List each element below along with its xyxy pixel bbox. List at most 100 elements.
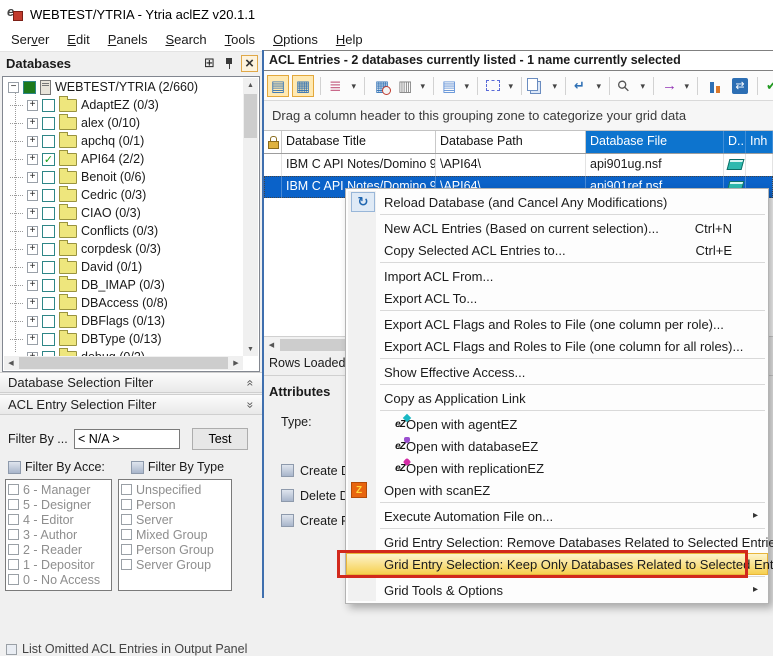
- scroll-up-icon[interactable]: ▲: [243, 78, 258, 92]
- tree-item-label[interactable]: WEBTEST/YTRIA (2/660): [55, 80, 198, 94]
- checkbox-icon[interactable]: [8, 514, 19, 525]
- tree-item-label[interactable]: Conflicts (0/3): [81, 224, 158, 238]
- context-menu-item[interactable]: Show Effective Access...: [346, 361, 768, 383]
- menubar-item[interactable]: Options: [264, 29, 327, 50]
- context-menu-item[interactable]: Export ACL Flags and Roles to File (one …: [346, 313, 768, 335]
- tree-item-label[interactable]: CIAO (0/3): [81, 206, 141, 220]
- tri-state-checkbox-icon[interactable]: [281, 489, 294, 502]
- context-menu-item[interactable]: Export ACL Flags and Roles to File (one …: [346, 335, 768, 357]
- expand-icon[interactable]: [27, 244, 38, 255]
- collapse-expander-icon[interactable]: [8, 82, 19, 93]
- grid-row[interactable]: IBM C API Notes/Domino 9 \API64\ api901u…: [264, 154, 773, 176]
- expand-icon[interactable]: [27, 100, 38, 111]
- tree-item[interactable]: DBAccess (0/8): [4, 294, 243, 312]
- scroll-left-icon[interactable]: ◀: [264, 338, 279, 352]
- tree-item-label[interactable]: Benoit (0/6): [81, 170, 146, 184]
- context-menu-item[interactable]: Export ACL To...: [346, 287, 768, 309]
- database-selection-filter-header[interactable]: Database Selection Filter: [0, 372, 262, 393]
- tree-item[interactable]: corpdesk (0/3): [4, 240, 243, 258]
- entry-type-option[interactable]: Unspecified: [121, 482, 231, 497]
- checkbox-icon[interactable]: [121, 499, 132, 510]
- expand-icon[interactable]: [27, 226, 38, 237]
- columns-icon[interactable]: [396, 75, 427, 97]
- tree-checkbox[interactable]: [42, 315, 55, 328]
- context-menu-item[interactable]: New ACL Entries (Based on current select…: [346, 217, 768, 239]
- sync-icon[interactable]: [729, 75, 751, 97]
- list-omitted-row[interactable]: List Omitted ACL Entries in Output Panel: [6, 642, 247, 656]
- context-menu-item[interactable]: Grid Entry Selection: Keep Only Database…: [346, 553, 768, 575]
- tree-checkbox[interactable]: [42, 261, 55, 274]
- collapse-chevron-icon[interactable]: [247, 376, 254, 390]
- expand-icon[interactable]: [27, 334, 38, 345]
- tree-checkbox[interactable]: [42, 153, 55, 166]
- tree-item-label[interactable]: corpdesk (0/3): [81, 242, 161, 256]
- tree-item[interactable]: DBType (0/13): [4, 330, 243, 348]
- pin-icon[interactable]: [221, 55, 238, 72]
- tree-checkbox[interactable]: [42, 333, 55, 346]
- tree-horizontal-scrollbar[interactable]: ◀ ▶: [4, 356, 243, 370]
- checkbox-icon[interactable]: [121, 484, 132, 495]
- menubar-item[interactable]: Help: [327, 29, 372, 50]
- access-level-option[interactable]: 2 - Reader: [8, 542, 111, 557]
- filter-by-type-checkbox[interactable]: [131, 461, 144, 474]
- export-icon[interactable]: [660, 75, 691, 97]
- checkbox-icon[interactable]: [121, 529, 132, 540]
- column-lock[interactable]: [264, 131, 282, 153]
- tree-item[interactable]: AdaptEZ (0/3): [4, 96, 243, 114]
- tree-item-label[interactable]: apchq (0/1): [81, 134, 144, 148]
- tree-checkbox[interactable]: [42, 225, 55, 238]
- expand-icon[interactable]: [27, 136, 38, 147]
- row-visibility-icon[interactable]: [440, 75, 471, 97]
- insert-rows-icon[interactable]: [572, 75, 603, 97]
- expand-icon[interactable]: [27, 262, 38, 273]
- view-grid-icon[interactable]: [292, 75, 314, 97]
- tree-item[interactable]: CIAO (0/3): [4, 204, 243, 222]
- tree-item-label[interactable]: David (0/1): [81, 260, 142, 274]
- context-menu-item[interactable]: Open with scanEZ: [346, 479, 768, 501]
- search-icon[interactable]: [616, 75, 647, 97]
- multi-check-icon[interactable]: [764, 75, 773, 97]
- scroll-left-icon[interactable]: ◀: [4, 356, 18, 370]
- tri-state-checkbox-icon[interactable]: [281, 464, 294, 477]
- dock-icon[interactable]: [201, 55, 218, 72]
- tree-item[interactable]: DB_IMAP (0/3): [4, 276, 243, 294]
- checkbox-icon[interactable]: [8, 574, 19, 585]
- tree-item-label[interactable]: DBType (0/13): [81, 332, 162, 346]
- tree-checkbox[interactable]: [42, 99, 55, 112]
- tri-state-checkbox-icon[interactable]: [281, 514, 294, 527]
- tree-checkbox[interactable]: [42, 279, 55, 292]
- tree-checkbox[interactable]: [23, 81, 36, 94]
- entry-type-option[interactable]: Person Group: [121, 542, 231, 557]
- scroll-right-icon[interactable]: ▶: [229, 356, 243, 370]
- access-level-option[interactable]: 5 - Designer: [8, 497, 111, 512]
- tree-item[interactable]: David (0/1): [4, 258, 243, 276]
- tree-item[interactable]: Conflicts (0/3): [4, 222, 243, 240]
- checkbox-icon[interactable]: [121, 514, 132, 525]
- context-menu-item[interactable]: Reload Database (and Cancel Any Modifica…: [346, 191, 768, 213]
- acl-entry-selection-filter-header[interactable]: ACL Entry Selection Filter: [0, 394, 262, 415]
- tree-item[interactable]: API64 (2/2): [4, 150, 243, 168]
- entry-type-option[interactable]: Server Group: [121, 557, 231, 572]
- table-refresh-icon[interactable]: [371, 75, 393, 97]
- filter-by-access-checkbox[interactable]: [8, 461, 21, 474]
- checkbox-icon[interactable]: [8, 559, 19, 570]
- context-menu-item[interactable]: Open with agentEZ: [346, 413, 768, 435]
- access-level-option[interactable]: 3 - Author: [8, 527, 111, 542]
- checkbox-icon[interactable]: [8, 484, 19, 495]
- menubar-item[interactable]: Server: [2, 29, 58, 50]
- tree-checkbox[interactable]: [42, 117, 55, 130]
- copy-icon[interactable]: [528, 75, 559, 97]
- tree-item-label[interactable]: alex (0/10): [81, 116, 140, 130]
- access-level-option[interactable]: 4 - Editor: [8, 512, 111, 527]
- tree-item[interactable]: alex (0/10): [4, 114, 243, 132]
- expand-icon[interactable]: [27, 280, 38, 291]
- tree-item[interactable]: debug (0/2): [4, 348, 243, 356]
- tree-item-server-root[interactable]: WEBTEST/YTRIA (2/660): [4, 78, 243, 96]
- tree-checkbox[interactable]: [42, 135, 55, 148]
- context-menu-item[interactable]: Open with replicationEZ: [346, 457, 768, 479]
- tree-item[interactable]: Benoit (0/6): [4, 168, 243, 186]
- column-d[interactable]: D..: [724, 131, 746, 153]
- access-level-option[interactable]: 1 - Depositor: [8, 557, 111, 572]
- chart-icon[interactable]: [704, 75, 726, 97]
- tree-item[interactable]: apchq (0/1): [4, 132, 243, 150]
